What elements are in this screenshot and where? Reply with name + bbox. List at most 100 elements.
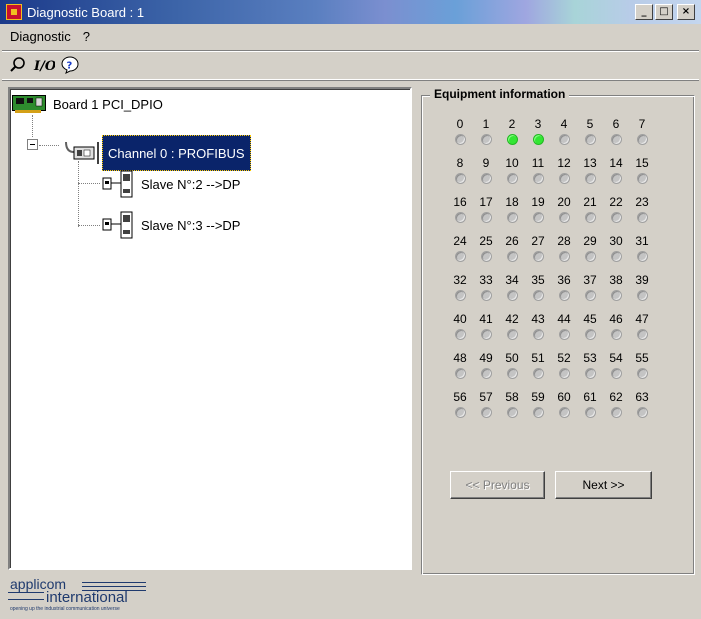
io-button[interactable]: I/O — [32, 53, 56, 77]
station-led-inactive — [610, 407, 622, 418]
station-led-cell — [499, 211, 525, 223]
tree-node-board[interactable]: Board 1 PCI_DPIO — [12, 95, 166, 113]
station-number: 31 — [635, 234, 649, 248]
previous-button-label: << Previous — [465, 478, 530, 492]
station-led-cell — [577, 172, 603, 184]
station-led-cell — [447, 328, 473, 340]
station-led-inactive — [558, 173, 570, 184]
station-led-inactive — [636, 173, 648, 184]
station-led-cell — [629, 133, 655, 145]
station-led-cell — [447, 367, 473, 379]
slave-2-label: Slave N°:2 -->DP — [141, 176, 241, 192]
station-number: 62 — [609, 390, 623, 404]
station-number: 45 — [583, 312, 597, 326]
station-led-inactive — [454, 407, 466, 418]
station-led-cell — [551, 211, 577, 223]
tree-view[interactable]: Board 1 PCI_DPIO Channel 0 : PROFIBUS Sl… — [8, 87, 412, 570]
station-led-inactive — [610, 212, 622, 223]
station-led-cell — [551, 250, 577, 262]
collapse-expander[interactable] — [27, 139, 38, 150]
station-led-inactive — [532, 368, 544, 379]
station-led-inactive — [636, 290, 648, 301]
station-led-cell — [473, 211, 499, 223]
station-led-row — [447, 172, 657, 195]
station-led-row — [447, 406, 657, 429]
station-led-cell — [499, 172, 525, 184]
station-led-cell — [577, 406, 603, 418]
station-led-inactive — [532, 212, 544, 223]
station-number: 12 — [557, 156, 571, 170]
station-led-cell — [525, 133, 551, 145]
station-led-inactive — [506, 407, 518, 418]
station-led-cell — [525, 328, 551, 340]
applicom-logo: applicom international opening up the in… — [8, 574, 148, 614]
minimize-button[interactable]: _ — [635, 4, 653, 20]
station-led-inactive — [454, 173, 466, 184]
station-led-inactive — [480, 407, 492, 418]
station-led-inactive — [454, 368, 466, 379]
station-led-cell — [525, 211, 551, 223]
station-led-cell — [577, 328, 603, 340]
station-number: 7 — [638, 117, 646, 131]
station-number: 5 — [586, 117, 594, 131]
station-led-inactive — [584, 134, 596, 145]
menu-help[interactable]: ? — [77, 29, 96, 44]
toolbar: I/O ? — [2, 50, 699, 80]
station-number: 35 — [531, 273, 545, 287]
station-led-cell — [577, 289, 603, 301]
station-led-cell — [551, 172, 577, 184]
station-led-inactive — [636, 251, 648, 262]
station-led-inactive — [584, 251, 596, 262]
station-led-cell — [447, 172, 473, 184]
station-number: 60 — [557, 390, 571, 404]
station-number: 63 — [635, 390, 649, 404]
station-number: 32 — [453, 273, 467, 287]
previous-button[interactable]: << Previous — [450, 471, 545, 499]
station-led-cell — [577, 367, 603, 379]
station-led-cell — [551, 133, 577, 145]
station-led-cell — [551, 367, 577, 379]
station-led-cell — [473, 406, 499, 418]
search-button[interactable] — [6, 53, 30, 77]
station-led-cell — [525, 250, 551, 262]
slave-device-icon — [102, 170, 133, 198]
station-led-inactive — [610, 368, 622, 379]
station-led-cell — [603, 367, 629, 379]
tree-connector — [32, 115, 33, 137]
help-button[interactable]: ? — [58, 53, 82, 77]
station-number: 25 — [479, 234, 493, 248]
menu-diagnostic[interactable]: Diagnostic — [4, 29, 77, 44]
station-led-cell — [629, 406, 655, 418]
station-led-inactive — [480, 173, 492, 184]
station-led-inactive — [454, 329, 466, 340]
station-led-inactive — [584, 329, 596, 340]
close-button[interactable]: × — [677, 4, 695, 20]
station-led-cell — [473, 250, 499, 262]
station-led-inactive — [610, 251, 622, 262]
slave-device-icon — [102, 211, 133, 239]
next-button[interactable]: Next >> — [555, 471, 652, 499]
station-number: 28 — [557, 234, 571, 248]
station-led-inactive — [558, 251, 570, 262]
window-controls: _ □ × — [633, 4, 695, 20]
tree-node-slave-2[interactable]: Slave N°:2 -->DP — [102, 169, 243, 199]
station-number: 50 — [505, 351, 519, 365]
station-led-inactive — [558, 134, 570, 145]
station-number: 37 — [583, 273, 597, 287]
maximize-button[interactable]: □ — [655, 4, 673, 20]
channel-label[interactable]: Channel 0 : PROFIBUS — [102, 135, 251, 171]
app-icon[interactable] — [6, 4, 22, 20]
tree-node-slave-3[interactable]: Slave N°:3 -->DP — [102, 210, 243, 240]
station-number: 55 — [635, 351, 649, 365]
station-led-inactive — [558, 212, 570, 223]
station-number: 61 — [583, 390, 597, 404]
station-number: 3 — [534, 117, 542, 131]
station-led-inactive — [480, 368, 492, 379]
station-led-cell — [577, 133, 603, 145]
station-led-inactive — [584, 173, 596, 184]
station-number: 22 — [609, 195, 623, 209]
station-status-grid: 0 1 2 3 4 5 6 7 8 9 10 11 12 13 14 15 16 17 18 19 20 21 22 23 24… — [447, 117, 657, 429]
tree-node-channel[interactable]: Channel 0 : PROFIBUS — [60, 135, 251, 171]
station-led-row — [447, 328, 657, 351]
station-led-cell — [447, 211, 473, 223]
